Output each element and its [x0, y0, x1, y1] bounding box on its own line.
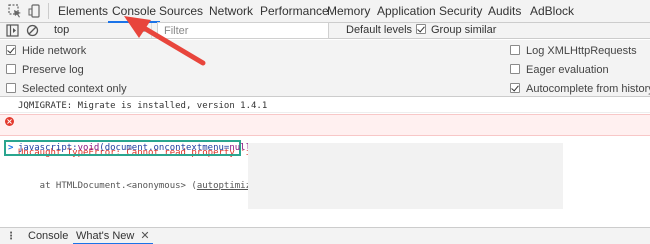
device-toolbar-icon[interactable] — [28, 4, 42, 18]
tab-application[interactable]: Application — [377, 0, 436, 23]
selected-context-checkbox[interactable] — [6, 83, 16, 94]
hide-network-checkbox[interactable] — [6, 45, 16, 56]
selected-context-option[interactable]: Selected context only — [6, 82, 127, 96]
log-xhr-option[interactable]: Log XMLHttpRequests — [510, 44, 637, 58]
selected-context-label: Selected context only — [22, 83, 127, 95]
log-levels-label: Default levels — [346, 24, 413, 36]
devtools-tab-bar: Elements Console Sources Network Perform… — [0, 0, 650, 23]
hide-network-label: Hide network — [22, 45, 87, 57]
console-output: JQMIGRATE: Migrate is installed, version… — [0, 98, 650, 244]
group-similar-checkbox[interactable] — [416, 24, 426, 35]
tab-elements[interactable]: Elements — [58, 0, 108, 23]
tab-adblock[interactable]: AdBlock — [530, 0, 574, 23]
tab-network[interactable]: Network — [209, 0, 253, 23]
log-levels-dropdown[interactable]: Default levels — [346, 23, 423, 38]
error-location-prefix: at HTMLDocument.<anonymous> ( — [18, 181, 197, 191]
log-xhr-checkbox[interactable] — [510, 45, 520, 56]
console-input[interactable]: > javascript:void(document.oncontextmenu… — [4, 140, 256, 156]
filter-input[interactable] — [157, 22, 329, 39]
autocomplete-checkbox[interactable] — [510, 83, 520, 94]
input-keyword: void — [77, 143, 100, 153]
drawer-tab-whats-new-label: What's New — [76, 230, 135, 242]
eager-eval-label: Eager evaluation — [526, 64, 609, 76]
console-log-message: JQMIGRATE: Migrate is installed, version… — [0, 101, 650, 113]
inspect-element-icon[interactable] — [8, 4, 22, 18]
tab-performance[interactable]: Performance — [260, 0, 329, 23]
log-xhr-label: Log XMLHttpRequests — [526, 45, 637, 57]
divider — [48, 3, 49, 19]
eager-eval-option[interactable]: Eager evaluation — [510, 63, 609, 77]
input-scheme: javascript: — [18, 143, 78, 153]
group-similar-label: Group similar — [431, 24, 497, 36]
drawer-menu-icon[interactable]: ⋮ — [6, 231, 16, 242]
preserve-log-label: Preserve log — [22, 64, 84, 76]
console-settings-pane: Hide network Preserve log Selected conte… — [0, 40, 650, 97]
clear-console-icon[interactable] — [26, 24, 39, 37]
tab-memory[interactable]: Memory — [327, 0, 370, 23]
console-prompt: > — [8, 143, 14, 153]
error-icon: × — [5, 117, 14, 126]
bottom-drawer: ⋮ Console What's New ✕ — [0, 227, 650, 244]
preserve-log-checkbox[interactable] — [6, 64, 16, 75]
close-icon[interactable]: ✕ — [140, 230, 149, 242]
tab-sources[interactable]: Sources — [159, 0, 203, 23]
group-similar-option[interactable]: Group similar — [416, 23, 496, 38]
tab-audits[interactable]: Audits — [488, 0, 521, 23]
hide-network-option[interactable]: Hide network — [6, 44, 86, 58]
tab-security[interactable]: Security — [439, 0, 482, 23]
context-selector[interactable]: top — [48, 23, 152, 38]
preserve-log-option[interactable]: Preserve log — [6, 63, 84, 77]
input-expression: (document.oncontextmenu= — [99, 143, 230, 153]
autocomplete-option[interactable]: Autocomplete from history — [510, 82, 650, 96]
autocomplete-label: Autocomplete from history — [526, 83, 650, 95]
console-error-message: × Uncaught TypeError: Cannot read proper… — [0, 114, 650, 191]
console-toolbar: top Default levels Group similar — [0, 22, 650, 39]
drawer-tab-whats-new[interactable]: What's New ✕ — [73, 228, 153, 244]
chevron-down-icon — [141, 28, 147, 32]
eager-eval-checkbox[interactable] — [510, 64, 520, 75]
context-value: top — [54, 24, 70, 36]
autocomplete-suggestion-box — [248, 143, 563, 209]
drawer-tab-console[interactable]: Console — [28, 228, 68, 244]
show-sidebar-icon[interactable] — [6, 24, 19, 37]
tab-console[interactable]: Console — [108, 0, 161, 23]
